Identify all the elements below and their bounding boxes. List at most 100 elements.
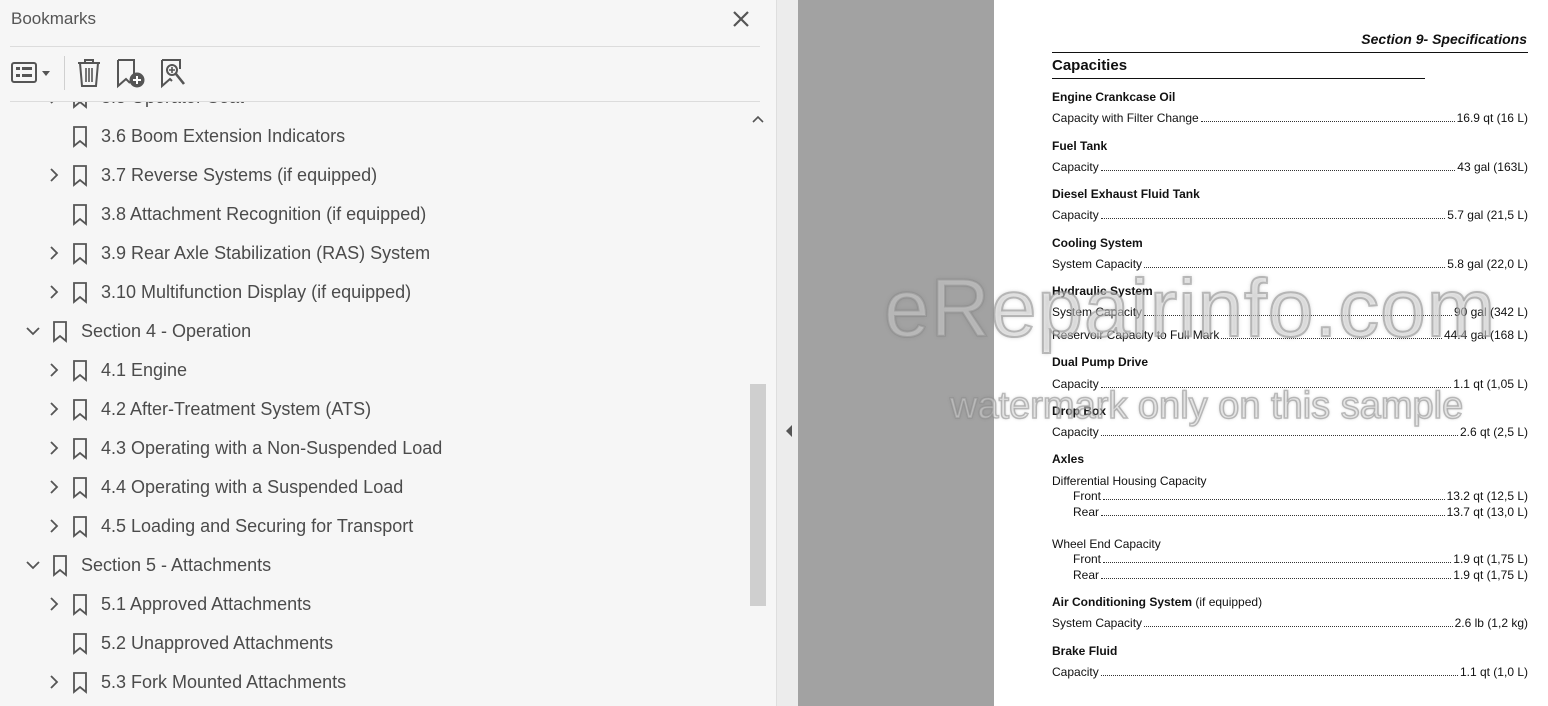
spec-line: Capacity with Filter Change 16.9 qt (16 L… (1052, 111, 1528, 125)
panel-splitter[interactable] (776, 0, 798, 706)
bookmark-label: Section 4 - Operation (81, 321, 252, 341)
spec-line: Front 13.2 qt (12,5 L) (1052, 489, 1528, 503)
spec-heading: Engine Crankcase Oil (1052, 90, 1176, 104)
chevron-right-icon[interactable] (47, 596, 61, 612)
scrollbar-thumb[interactable] (750, 384, 766, 606)
new-bookmark-button[interactable] (114, 57, 148, 89)
bookmark-item[interactable]: 5.1 Approved Attachments (0, 585, 748, 624)
bookmark-item[interactable]: 4.5 Loading and Securing for Transport (0, 507, 748, 546)
chevron-right-icon[interactable] (47, 245, 61, 261)
toolbar-separator (64, 56, 65, 90)
bookmark-label: 4.1 Engine (101, 360, 188, 380)
spec-value: 43 gal (163L) (1457, 160, 1528, 174)
spec-line: System Capacity 2.6 lb (1,2 kg) (1052, 616, 1528, 630)
bookmark-label: 4.5 Loading and Securing for Transport (101, 516, 414, 536)
trash-icon (78, 59, 100, 87)
leader-dots (1100, 218, 1446, 219)
bookmark-icon (73, 438, 87, 460)
chevron-right-icon[interactable] (47, 518, 61, 534)
chevron-down-icon[interactable] (26, 557, 40, 573)
options-menu-button[interactable] (10, 57, 54, 89)
bookmark-icon (73, 399, 87, 421)
bookmark-icon (73, 594, 87, 616)
leader-dots (1200, 121, 1455, 122)
leader-dots (1103, 562, 1452, 563)
bookmark-item[interactable]: 4.4 Operating with a Suspended Load (0, 468, 748, 507)
leader-dots (1100, 675, 1458, 676)
bookmark-label: 3.8 Attachment Recognition (if equipped) (101, 204, 427, 224)
bookmark-icon (73, 282, 87, 304)
leader-dots (1103, 499, 1445, 500)
bookmark-item[interactable]: 3.7 Reverse Systems (if equipped) (0, 156, 748, 195)
spec-heading: Cooling System (1052, 236, 1143, 250)
bookmark-label: 5.2 Unapproved Attachments (101, 633, 334, 653)
bookmark-label: 5.1 Approved Attachments (101, 594, 312, 614)
bookmark-item[interactable]: 5.2 Unapproved Attachments (0, 624, 748, 663)
bookmark-icon (73, 516, 87, 538)
chevron-right-icon[interactable] (47, 479, 61, 495)
spec-heading: Diesel Exhaust Fluid Tank (1052, 187, 1200, 201)
find-bookmark-button[interactable] (158, 57, 190, 89)
bookmark-icon (73, 126, 87, 148)
bookmarks-scrollbar[interactable] (748, 106, 768, 706)
spec-name: Capacity with Filter Change (1052, 111, 1199, 125)
leader-dots (1101, 578, 1452, 579)
bookmark-label: Section 5 - Attachments (81, 555, 272, 575)
chevron-down-icon[interactable] (26, 323, 40, 339)
bookmark-icon (73, 204, 87, 226)
bookmark-label: 3.5 Operator Seat (101, 102, 244, 108)
bookmark-item[interactable]: 4.3 Operating with a Non-Suspended Load (0, 429, 748, 468)
bookmark-item[interactable]: 4.1 Engine (0, 351, 748, 390)
bookmarks-panel-title: Bookmarks (11, 9, 97, 28)
bookmark-label: 3.6 Boom Extension Indicators (101, 126, 346, 146)
spec-value: 1.1 qt (1,0 L) (1459, 665, 1528, 679)
page-title: Capacities (1052, 57, 1128, 74)
bookmark-item[interactable]: 4.2 After-Treatment System (ATS) (0, 390, 748, 429)
scroll-up-icon[interactable] (751, 112, 765, 126)
chevron-right-icon[interactable] (47, 284, 61, 300)
spec-name: Front (1073, 552, 1102, 566)
delete-bookmark-button[interactable] (74, 57, 104, 89)
bookmark-item[interactable]: 5.3 Fork Mounted Attachments (0, 663, 748, 702)
bookmark-item[interactable]: Section 4 - Operation (0, 312, 748, 351)
list-options-icon (11, 62, 50, 83)
bookmark-tree: 3.5 Operator Seat 3.6 Boom Extension Indi… (0, 102, 748, 706)
chevron-right-icon[interactable] (47, 167, 61, 183)
bookmark-item[interactable]: 3.9 Rear Axle Stabilization (RAS) System (0, 234, 748, 273)
bookmark-item[interactable]: 3.8 Attachment Recognition (if equipped) (0, 195, 748, 234)
spec-name: Capacity (1052, 160, 1099, 174)
spec-value: 13.2 qt (12,5 L) (1446, 489, 1528, 503)
spec-heading: Brake Fluid (1052, 644, 1118, 658)
bookmark-item[interactable]: 3.6 Boom Extension Indicators (0, 117, 748, 156)
spec-name: Capacity (1052, 208, 1099, 222)
spec-line: Front 1.9 qt (1,75 L) (1052, 552, 1528, 566)
spec-value: 2.6 lb (1,2 kg) (1454, 616, 1528, 630)
leader-dots (1100, 435, 1458, 436)
bookmark-icon (73, 477, 87, 499)
close-icon[interactable] (730, 8, 752, 30)
spec-name: Rear (1073, 505, 1100, 519)
chevron-right-icon[interactable] (47, 102, 61, 105)
chevron-right-icon[interactable] (47, 362, 61, 378)
bookmark-tree-list: 3.5 Operator Seat 3.6 Boom Extension Indi… (0, 102, 748, 702)
collapse-panel-icon[interactable] (784, 424, 794, 438)
page-header: Section 9- Specifications (1361, 31, 1527, 47)
bookmark-label: 4.2 After-Treatment System (ATS) (101, 399, 372, 419)
spec-heading-text: Air Conditioning System (1052, 595, 1193, 609)
bookmark-label: 4.3 Operating with a Non-Suspended Load (101, 438, 443, 458)
leader-dots (1101, 515, 1445, 516)
bookmark-label: 5.3 Fork Mounted Attachments (101, 672, 347, 692)
leader-dots (1144, 626, 1453, 627)
chevron-right-icon[interactable] (47, 440, 61, 456)
bookmark-item[interactable]: 3.10 Multifunction Display (if equipped) (0, 273, 748, 312)
bookmarks-panel: Bookmarks 3.6 Boom Extension Indicators … (0, 0, 776, 706)
spec-value: 2.6 qt (2,5 L) (1459, 425, 1528, 439)
chevron-right-icon[interactable] (47, 401, 61, 417)
bookmark-item[interactable]: Section 5 - Attachments (0, 546, 748, 585)
spec-value: 5.7 gal (21,5 L) (1447, 208, 1528, 222)
chevron-right-icon[interactable] (47, 674, 61, 690)
bookmark-item[interactable]: 3.5 Operator Seat (0, 102, 748, 117)
spec-heading: Dual Pump Drive (1052, 355, 1149, 369)
bookmark-search-icon (161, 59, 186, 89)
divider (10, 46, 760, 47)
